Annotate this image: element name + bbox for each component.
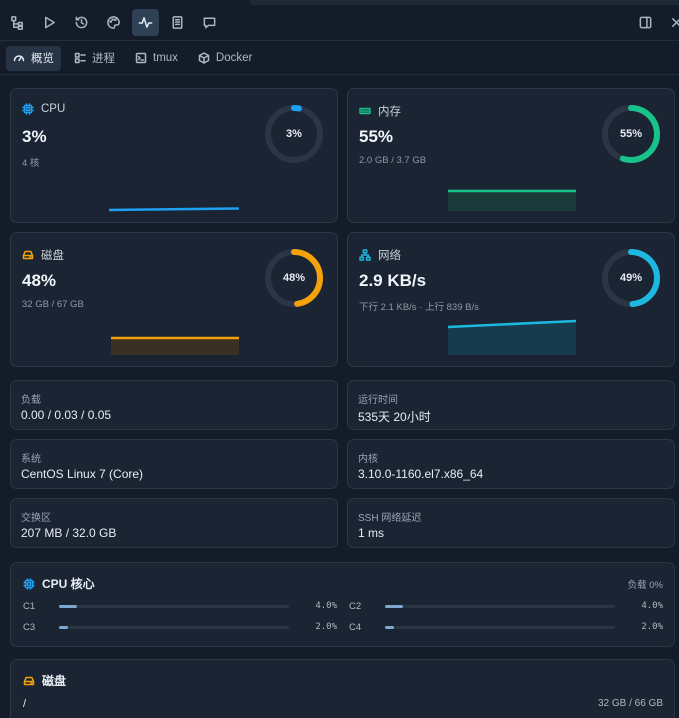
ssh-latency-value: 1 ms [358,526,385,540]
cpu-cores-load: 负载 0% [627,580,663,591]
disks-card: 磁盘 / 32 GB / 66 GB [10,659,675,718]
cpu-ring-percent: 3% [286,128,302,140]
kernel-key: 内核 [358,454,378,465]
network-label: 网络 [378,250,401,262]
load-key: 负载 [21,395,41,406]
disk-card: 磁盘 48% 32 GB / 67 GB 48% [10,232,338,367]
network-card: 网络 2.9 KB/s 下行 2.1 KB/s · 上行 839 B/s 49% [347,232,675,367]
cpu-sub: 4 核 [22,158,40,169]
uptime-value: 535天 20小时 [358,410,431,424]
tab-bar: 概览 进程 tmux Docker [0,42,679,75]
kernel-value: 3.10.0-1160.el7.x86_64 [358,467,484,481]
tab-docker[interactable]: Docker [191,46,259,71]
core-bar [385,605,615,608]
disk-drive-icon [22,250,34,260]
file-tree-icon[interactable] [4,9,31,36]
cpu-cores-card: CPU 核心 负载 0% C1 4.0% C2 4.0% C3 2.0% C4 … [10,562,675,647]
cpu-chip-icon [22,103,34,115]
split-panel-icon[interactable] [632,9,659,36]
comment-icon[interactable] [196,9,223,36]
core-label: C3 [23,622,36,633]
core-value: 2.0% [641,622,663,632]
network-ring-percent: 49% [619,272,643,284]
mount-path: / [23,698,27,710]
gauge-icon [13,55,25,62]
run-icon[interactable] [36,9,63,36]
os-card: 系统 CentOS Linux 7 (Core) [10,439,338,489]
disk-value: 48% [22,271,57,290]
network-ring: 49% [600,247,662,309]
memory-value: 55% [359,127,394,146]
memory-sub: 2.0 GB / 3.7 GB [359,155,427,166]
load-value: 0.00 / 0.03 / 0.05 [21,408,112,422]
core-bar [59,626,289,629]
history-icon[interactable] [68,9,95,36]
cpu-card: CPU 3% 4 核 3% [10,88,338,223]
cpu-value: 3% [22,127,47,146]
disk-drive-icon [23,676,35,685]
tab-label: Docker [215,52,253,64]
palette-icon[interactable] [100,9,127,36]
tab-label: tmux [153,52,178,64]
toolbar [0,5,679,41]
swap-card: 交换区 207 MB / 32.0 GB [10,498,338,548]
core-bar [385,626,615,629]
tab-label: 进程 [92,53,115,65]
ssh-latency-key: SSH 网络延迟 [358,513,422,524]
network-value: 2.9 KB/s [359,271,427,290]
disk-ring: 48% [263,247,325,309]
disk-sub: 32 GB / 67 GB [22,299,84,310]
kernel-card: 内核 3.10.0-1160.el7.x86_64 [347,439,675,489]
load-card: 负载 0.00 / 0.03 / 0.05 [10,380,338,430]
terminal-icon [135,52,147,64]
os-key: 系统 [21,454,41,465]
core-label: C2 [349,601,362,612]
ssh-latency-card: SSH 网络延迟 1 ms [347,498,675,548]
disks-title: 磁盘 [42,674,67,688]
notebook-icon[interactable] [164,9,191,36]
mount-usage: 32 GB / 66 GB [597,698,663,709]
swap-value: 207 MB / 32.0 GB [21,526,117,540]
cpu-label: CPU [41,103,66,115]
core-value: 2.0% [315,622,337,632]
memory-label: 内存 [378,106,401,118]
network-sparkline [447,319,577,355]
memory-ring-percent: 55% [619,128,643,140]
memory-ring: 55% [600,103,662,165]
core-bar [59,605,289,608]
core-label: C4 [349,622,362,633]
os-value: CentOS Linux 7 (Core) [21,467,144,481]
core-value: 4.0% [315,601,337,611]
uptime-key: 运行时间 [358,395,398,406]
memory-card: 内存 55% 2.0 GB / 3.7 GB 55% [347,88,675,223]
cpu-cores-title: CPU 核心 [42,577,95,591]
network-icon [359,249,371,261]
uptime-card: 运行时间 535天 20小时 [347,380,675,430]
swap-key: 交换区 [21,513,51,524]
disk-sparkline [111,336,239,355]
memory-sparkline [448,189,576,211]
docker-box-icon [198,52,210,64]
tab-processes[interactable]: 进程 [67,46,122,71]
activity-icon[interactable] [132,9,159,36]
memory-icon [359,107,371,115]
tab-label: 概览 [31,53,54,65]
cpu-ring: 3% [263,103,325,165]
core-value: 4.0% [641,601,663,611]
tab-overview[interactable]: 概览 [6,45,61,71]
process-list-icon [74,52,86,64]
cpu-chip-icon [23,577,35,590]
disk-ring-percent: 48% [282,272,306,284]
disk-label: 磁盘 [41,250,64,262]
cpu-sparkline [109,207,239,212]
core-label: C1 [23,601,36,612]
network-sub: 下行 2.1 KB/s · 上行 839 B/s [359,302,479,313]
close-icon[interactable] [663,9,679,36]
tab-tmux[interactable]: tmux [128,46,185,71]
